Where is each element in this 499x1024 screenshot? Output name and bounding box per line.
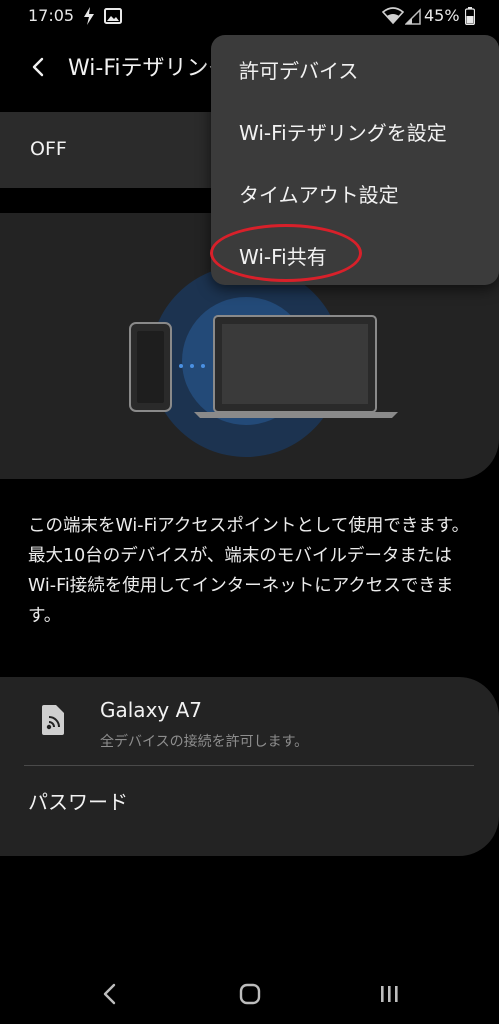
nav-recents-icon — [381, 986, 398, 1002]
signal-icon — [405, 8, 421, 25]
menu-item-timeout-settings[interactable]: タイムアウト設定 — [211, 161, 499, 223]
nav-recents-button[interactable] — [369, 976, 409, 1012]
battery-percent: 45% — [424, 6, 460, 25]
tethering-description: この端末をWi-Fiアクセスポイントとして使用できます。最大10台のデバイスが、… — [28, 516, 470, 626]
page-title: Wi-Fiテザリング — [68, 56, 218, 81]
gallery-icon — [104, 8, 122, 24]
back-button[interactable] — [22, 50, 56, 84]
navigation-bar — [0, 962, 499, 1024]
menu-item-label: タイムアウト設定 — [239, 183, 399, 207]
password-row[interactable]: パスワード — [28, 786, 128, 815]
chevron-left-icon — [32, 57, 44, 77]
hotspot-icon — [42, 705, 64, 735]
flash-icon — [84, 7, 94, 25]
network-subtitle: 全デバイスの接続を許可します。 — [100, 734, 309, 750]
network-name: Galaxy A7 — [100, 698, 203, 722]
battery-icon — [465, 7, 475, 25]
status-time: 17:05 — [28, 6, 75, 25]
nav-home-icon — [239, 983, 261, 1005]
menu-item-configure-hotspot[interactable]: Wi-Fiテザリングを設定 — [211, 99, 499, 161]
network-info-card — [0, 677, 499, 856]
wifi-icon — [382, 7, 404, 25]
menu-item-allowed-devices[interactable]: 許可デバイス — [211, 37, 499, 99]
nav-back-button[interactable] — [90, 976, 130, 1012]
toggle-state-label: OFF — [30, 138, 67, 160]
status-bar: 17:05 45% — [0, 0, 499, 34]
highlight-circle-annotation — [210, 224, 362, 282]
phone-icon — [129, 322, 172, 412]
menu-item-label: 許可デバイス — [239, 59, 359, 83]
menu-item-label: Wi-Fiテザリングを設定 — [239, 121, 447, 145]
nav-home-button[interactable] — [229, 976, 269, 1012]
laptop-icon — [194, 315, 398, 418]
divider — [24, 765, 474, 766]
nav-back-icon — [103, 983, 116, 1005]
